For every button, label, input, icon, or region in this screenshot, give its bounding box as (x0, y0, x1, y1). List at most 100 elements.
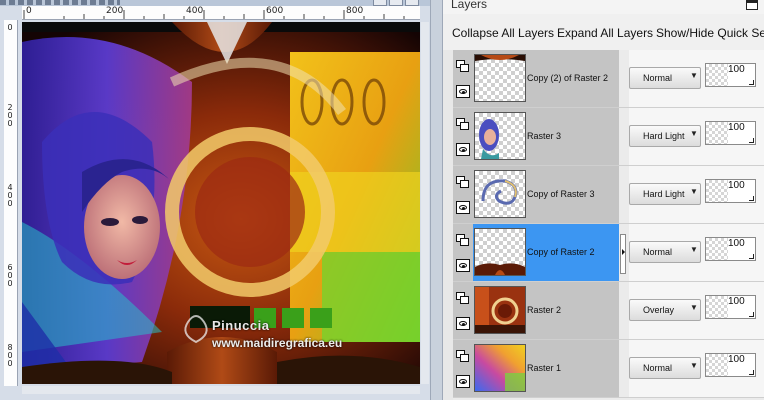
vruler-label-800: 800 (7, 343, 13, 368)
layer-group-icon[interactable] (456, 60, 470, 73)
ruler-label-0: 0 (26, 6, 32, 16)
layer-icons (453, 166, 473, 223)
blend-mode-value: Hard Light (643, 131, 685, 141)
visibility-eye-icon[interactable] (456, 143, 470, 156)
chevron-down-icon: ▼ (690, 361, 698, 370)
opacity-field[interactable]: 100 (705, 179, 756, 203)
layer-gutter (619, 50, 629, 107)
ruler-label-800: 800 (346, 6, 364, 16)
blend-mode-value: Overlay (643, 305, 675, 315)
resize-grip-icon (749, 80, 754, 85)
layer-group-icon[interactable] (456, 118, 470, 131)
canvas-horizontal-scrollbar[interactable] (22, 386, 420, 394)
resize-grip-icon (749, 254, 754, 259)
ruler-label-600: 600 (266, 6, 284, 16)
layer-properties: Normal ▼ 100 (629, 340, 764, 397)
restore-window-icon[interactable] (746, 0, 758, 10)
opacity-field[interactable]: 100 (705, 295, 756, 319)
layer-row[interactable]: Copy (2) of Raster 2 Normal ▼ 100 (453, 50, 764, 108)
visibility-eye-icon[interactable] (456, 375, 470, 388)
layer-group-icon[interactable] (456, 292, 470, 305)
opacity-checker-icon (706, 296, 728, 318)
layer-gutter (619, 108, 629, 165)
horizontal-ruler: 0 200 400 600 800 (22, 6, 420, 20)
panel-separator[interactable] (430, 0, 443, 400)
layer-group-icon[interactable] (456, 350, 470, 363)
layer-thumbnail (474, 344, 526, 392)
opacity-field[interactable]: 100 (705, 237, 756, 261)
layer-group-icon[interactable] (456, 176, 470, 189)
ruler-label-200: 200 (106, 6, 124, 16)
collapse-all-layers-button[interactable]: Collapse All Layers (452, 26, 554, 40)
layer-name[interactable]: Raster 2 (527, 304, 619, 316)
visibility-eye-icon[interactable] (456, 201, 470, 214)
blend-mode-value: Hard Light (643, 189, 685, 199)
layer-name[interactable]: Raster 1 (527, 362, 619, 374)
opacity-field[interactable]: 100 (705, 63, 756, 87)
layer-main-cell[interactable]: Raster 3 (453, 108, 619, 165)
show-hide-quick-search-button[interactable]: Show/Hide Quick Sea (656, 26, 764, 40)
layer-main-cell[interactable]: Copy (2) of Raster 2 (453, 50, 619, 107)
blend-mode-dropdown[interactable]: Normal ▼ (629, 241, 701, 263)
canvas-vertical-scrollbar[interactable] (421, 22, 429, 384)
layer-expand-handle-icon[interactable] (620, 234, 626, 274)
layer-properties: Normal ▼ 100 (629, 224, 764, 281)
layer-icons (453, 50, 473, 107)
blend-mode-dropdown[interactable]: Normal ▼ (629, 357, 701, 379)
expand-all-layers-button[interactable]: Expand All Layers (557, 26, 653, 40)
opacity-value: 100 (728, 296, 745, 307)
blend-mode-dropdown[interactable]: Overlay ▼ (629, 299, 701, 321)
layer-properties: Normal ▼ 100 (629, 50, 764, 107)
visibility-eye-icon[interactable] (456, 259, 470, 272)
layers-scrollbar[interactable] (443, 50, 453, 400)
layer-main-cell[interactable]: Raster 1 (453, 340, 619, 397)
opacity-checker-icon (706, 122, 728, 144)
opacity-field[interactable]: 100 (705, 121, 756, 145)
layer-thumbnail (474, 112, 526, 160)
layer-main-cell[interactable]: Copy of Raster 3 (453, 166, 619, 223)
blend-mode-value: Normal (643, 73, 673, 83)
layer-main-cell[interactable]: Raster 2 (453, 282, 619, 339)
layer-main-cell[interactable]: Copy of Raster 2 (453, 224, 619, 281)
layer-name[interactable]: Copy of Raster 3 (527, 188, 619, 200)
layer-name[interactable]: Copy of Raster 2 (527, 246, 619, 258)
layers-palette-titlebar: Layers (443, 0, 764, 14)
blend-mode-value: Normal (643, 363, 673, 373)
layer-name[interactable]: Raster 3 (527, 130, 619, 142)
layer-name[interactable]: Copy (2) of Raster 2 (527, 72, 619, 84)
blend-mode-value: Normal (643, 247, 673, 257)
layer-thumbnail (474, 54, 526, 102)
visibility-eye-icon[interactable] (456, 85, 470, 98)
layer-row[interactable]: Raster 2 Overlay ▼ 100 (453, 282, 764, 340)
layer-properties: Hard Light ▼ 100 (629, 108, 764, 165)
opacity-checker-icon (706, 354, 728, 376)
layer-group-icon[interactable] (456, 234, 470, 247)
layer-row[interactable]: Raster 1 Normal ▼ 100 (453, 340, 764, 398)
vruler-label-200: 200 (7, 103, 13, 128)
opacity-value: 100 (728, 238, 745, 249)
visibility-eye-icon[interactable] (456, 317, 470, 330)
image-window: 0 200 400 600 800 0 200 400 600 800 Pinu… (0, 0, 430, 400)
opacity-value: 100 (728, 64, 745, 75)
opacity-checker-icon (706, 64, 728, 86)
blend-mode-dropdown[interactable]: Hard Light ▼ (629, 125, 701, 147)
layer-row[interactable]: Raster 3 Hard Light ▼ 100 (453, 108, 764, 166)
layers-palette: Layers Collapse All Layers Expand All La… (443, 0, 764, 400)
chevron-down-icon: ▼ (690, 129, 698, 138)
layer-thumbnail (474, 228, 526, 276)
palette-title: Layers (451, 0, 488, 11)
opacity-value: 100 (728, 122, 745, 133)
layer-properties: Overlay ▼ 100 (629, 282, 764, 339)
blend-mode-dropdown[interactable]: Hard Light ▼ (629, 183, 701, 205)
layer-properties: Hard Light ▼ 100 (629, 166, 764, 223)
resize-grip-icon (749, 138, 754, 143)
layer-thumbnail (474, 286, 526, 334)
vruler-label-0: 0 (7, 23, 13, 32)
layer-icons (453, 340, 473, 397)
blend-mode-dropdown[interactable]: Normal ▼ (629, 67, 701, 89)
layer-row[interactable]: Copy of Raster 3 Hard Light ▼ 100 (453, 166, 764, 224)
chevron-down-icon: ▼ (690, 71, 698, 80)
image-canvas[interactable]: Pinuccia www.maidiregrafica.eu (22, 22, 420, 384)
opacity-field[interactable]: 100 (705, 353, 756, 377)
layer-row-selected[interactable]: Copy of Raster 2 Normal ▼ 100 (453, 224, 764, 282)
